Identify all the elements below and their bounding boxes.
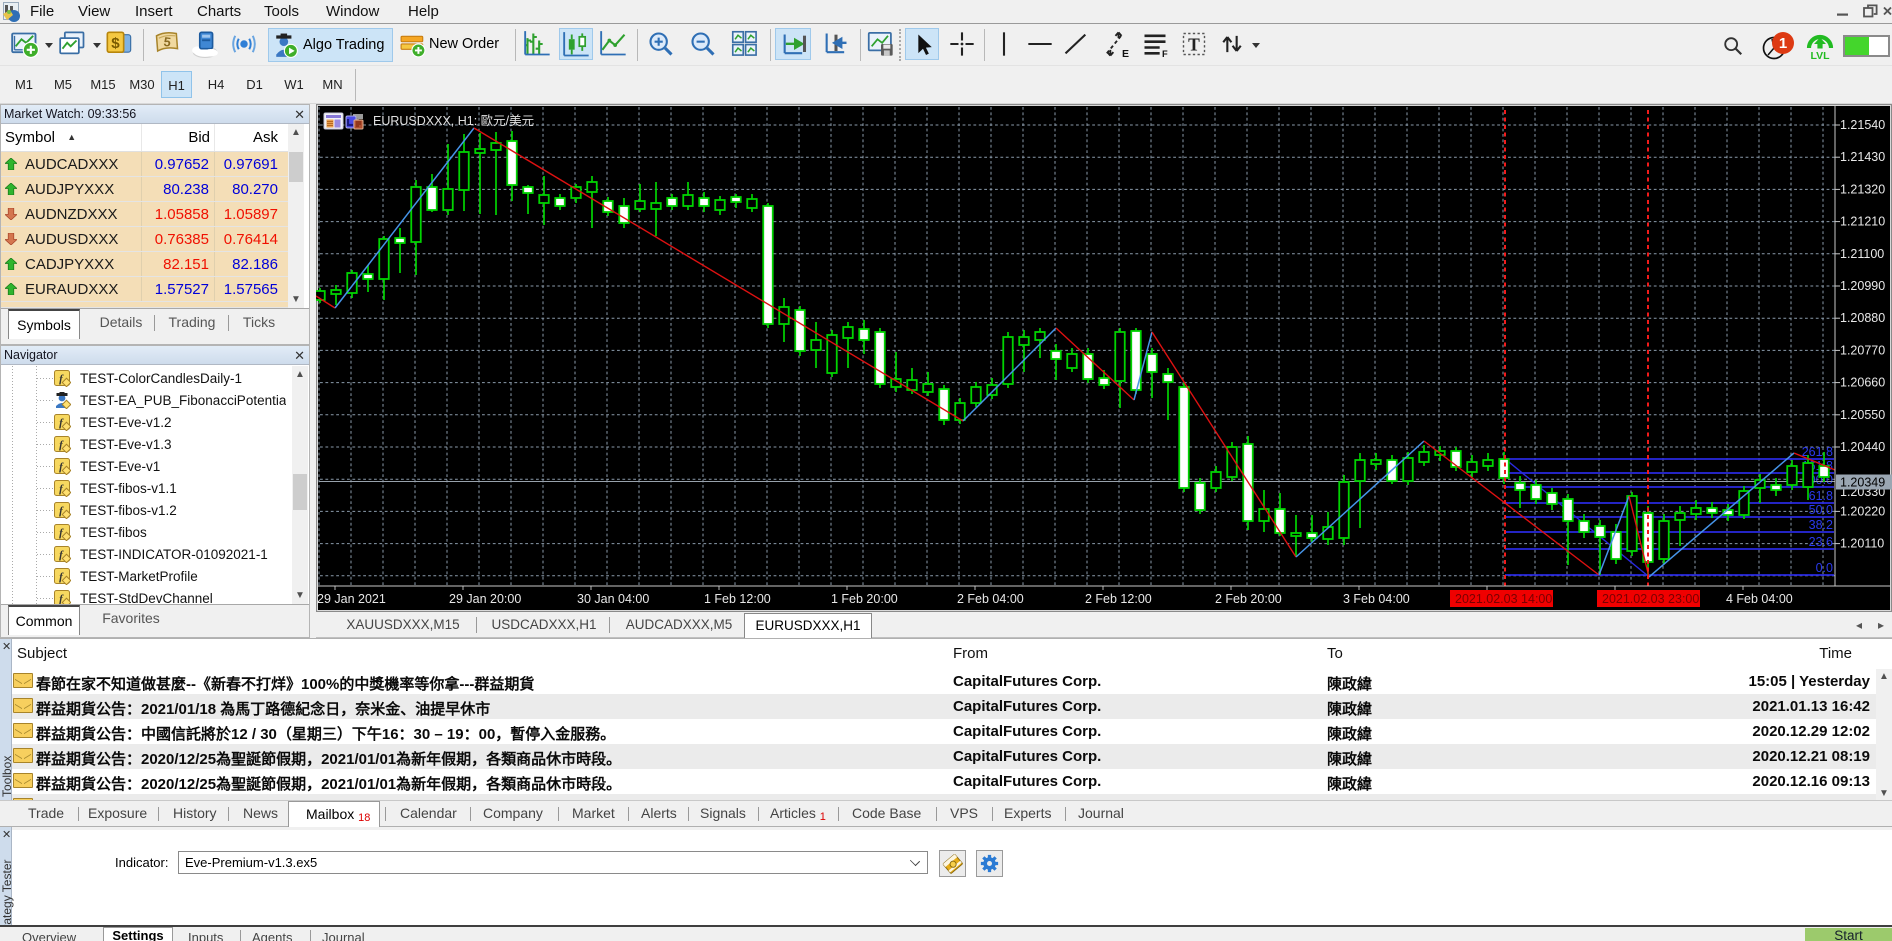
- svg-text:29 Jan 2021: 29 Jan 2021: [317, 592, 386, 606]
- svg-text:1.20349: 1.20349: [1840, 476, 1885, 490]
- svg-text:29 Jan 20:00: 29 Jan 20:00: [449, 592, 521, 606]
- svg-text:1.21540: 1.21540: [1840, 118, 1885, 132]
- svg-text:61.8: 61.8: [1809, 489, 1833, 503]
- svg-text:261.8: 261.8: [1802, 445, 1833, 459]
- svg-text:F: F: [1162, 49, 1168, 58]
- svg-text:1: 1: [1779, 35, 1787, 52]
- svg-text:LVL: LVL: [1810, 50, 1830, 61]
- svg-text:1.21430: 1.21430: [1840, 150, 1885, 164]
- svg-text:$: $: [111, 35, 120, 52]
- svg-text:EURUSDXXX, H1: 歐元/美元: EURUSDXXX, H1: 歐元/美元: [373, 113, 534, 128]
- svg-text:23.6: 23.6: [1809, 535, 1833, 549]
- svg-text:4 Feb 04:00: 4 Feb 04:00: [1726, 592, 1793, 606]
- svg-text:50.0: 50.0: [1809, 503, 1833, 517]
- svg-text:2021.02.03 23:00: 2021.02.03 23:00: [1602, 592, 1699, 606]
- svg-text:1.20550: 1.20550: [1840, 408, 1885, 422]
- svg-text:1.20880: 1.20880: [1840, 311, 1885, 325]
- svg-text:1 Feb 20:00: 1 Feb 20:00: [831, 592, 898, 606]
- svg-text:1.21100: 1.21100: [1840, 247, 1884, 261]
- svg-text:0.0: 0.0: [1816, 561, 1833, 575]
- svg-text:1.21320: 1.21320: [1840, 182, 1885, 196]
- svg-text:1.20220: 1.20220: [1840, 504, 1885, 518]
- svg-text:1.20660: 1.20660: [1840, 376, 1885, 390]
- svg-text:1.20990: 1.20990: [1840, 279, 1885, 293]
- svg-text:2 Feb 12:00: 2 Feb 12:00: [1085, 592, 1152, 606]
- svg-text:38.2: 38.2: [1809, 518, 1833, 532]
- svg-text:E: E: [1122, 48, 1129, 58]
- svg-text:2 Feb 04:00: 2 Feb 04:00: [957, 592, 1024, 606]
- svg-text:30 Jan 04:00: 30 Jan 04:00: [577, 592, 649, 606]
- svg-text:1.20440: 1.20440: [1840, 440, 1885, 454]
- svg-text:2 Feb 20:00: 2 Feb 20:00: [1215, 592, 1282, 606]
- svg-text:1.21210: 1.21210: [1840, 215, 1885, 229]
- svg-text:3 Feb 04:00: 3 Feb 04:00: [1343, 592, 1410, 606]
- svg-text:1.20770: 1.20770: [1840, 343, 1885, 357]
- svg-text:1 Feb 12:00: 1 Feb 12:00: [704, 592, 771, 606]
- svg-text:T: T: [1188, 34, 1200, 54]
- svg-text:2021.02.03 14:00: 2021.02.03 14:00: [1455, 592, 1552, 606]
- svg-text:1.20110: 1.20110: [1840, 537, 1884, 551]
